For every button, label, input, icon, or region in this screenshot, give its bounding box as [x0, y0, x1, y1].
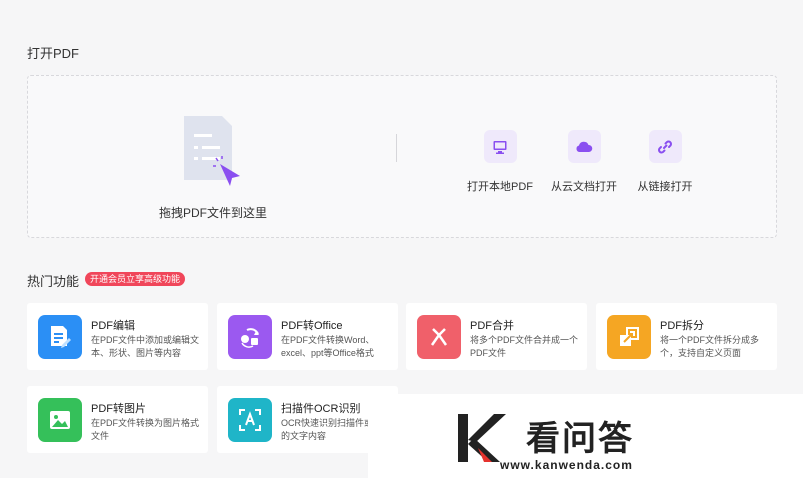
convert-icon: [228, 315, 272, 359]
card-title: PDF拆分: [660, 320, 704, 332]
open-cloud-label: 从云文档打开: [551, 181, 617, 193]
watermark-text: 看问答: [526, 419, 634, 459]
card-title: 扫描件OCR识别: [281, 403, 361, 415]
card-desc: 在PDF文件转换Word、excel、ppt等Office格式: [281, 335, 375, 358]
card-title: PDF编辑: [91, 320, 135, 332]
watermark: 看问答 www.kanwenda.com: [368, 394, 803, 478]
open-local-label: 打开本地PDF: [467, 181, 533, 193]
link-icon: [648, 130, 682, 163]
divider: [396, 134, 397, 162]
card-pdf-edit[interactable]: PDF编辑 在PDF文件中添加或编辑文本、形状、图片等内容: [27, 303, 208, 370]
split-icon: [607, 315, 651, 359]
edit-document-icon: [38, 315, 82, 359]
drop-label: 拖拽PDF文件到这里: [158, 206, 267, 220]
card-title: PDF转图片: [91, 403, 146, 415]
hot-features-title: 热门功能: [27, 274, 80, 289]
open-local-button[interactable]: 打开本地PDF: [460, 130, 540, 194]
card-desc: 在PDF文件中添加或编辑文本、形状、图片等内容: [91, 335, 200, 358]
card-pdf-merge[interactable]: PDF合并 将多个PDF文件合并成一个PDF文件: [406, 303, 587, 370]
open-cloud-button[interactable]: 从云文档打开: [544, 130, 624, 194]
vip-badge[interactable]: 开通会员立享高级功能: [85, 272, 186, 286]
image-icon: [38, 398, 82, 442]
open-link-label: 从链接打开: [637, 181, 693, 193]
card-desc: 将多个PDF文件合并成一个PDF文件: [470, 335, 579, 358]
ocr-icon: [228, 398, 272, 442]
document-drop-icon: [180, 114, 244, 190]
card-desc: 在PDF文件转换为图片格式文件: [91, 418, 200, 441]
monitor-icon: [483, 130, 517, 163]
drop-zone[interactable]: 拖拽PDF文件到这里 打开本地PDF 从云文档打开 从链接打开: [27, 75, 777, 238]
watermark-url: www.kanwenda.com: [500, 458, 633, 472]
merge-icon: [417, 315, 461, 359]
card-desc: 将一个PDF文件拆分成多个，支持自定义页面: [660, 335, 760, 358]
open-link-button[interactable]: 从链接打开: [625, 130, 705, 194]
open-pdf-title: 打开PDF: [27, 46, 80, 61]
cloud-icon: [567, 130, 601, 163]
card-title: PDF合并: [470, 320, 514, 332]
card-pdf-to-office[interactable]: PDF转Office 在PDF文件转换Word、excel、ppt等Office…: [217, 303, 398, 370]
card-pdf-split[interactable]: PDF拆分 将一个PDF文件拆分成多个，支持自定义页面: [596, 303, 777, 370]
card-title: PDF转Office: [281, 320, 343, 332]
card-pdf-to-image[interactable]: PDF转图片 在PDF文件转换为图片格式文件: [27, 386, 208, 453]
